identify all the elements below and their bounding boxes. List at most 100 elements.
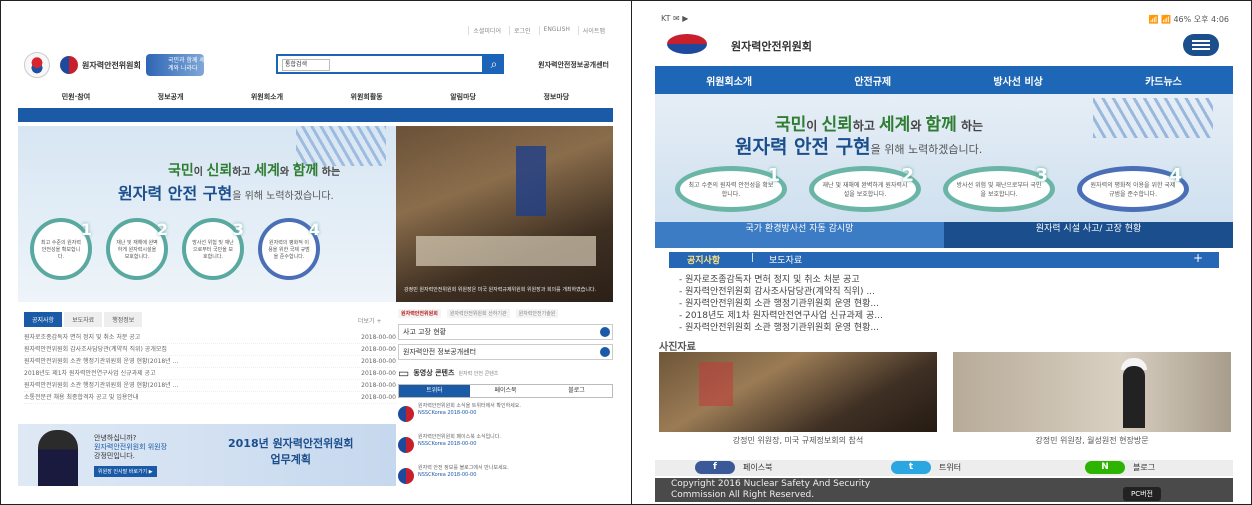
hero-banner[interactable]: 국민이 신뢰하고 세계와 함께 하는 원자력 안전 구현을 위해 노력하겠습니다… — [18, 126, 396, 302]
sns-post[interactable]: 원자력안전위원회 소식을 트위터에서 확인하세요. NSSCKorea 2018-… — [398, 403, 613, 429]
status-bar: KT ✉ ▶ 📶 📶 46% 오후 4:06 — [655, 12, 1233, 26]
hero-decoration — [1093, 98, 1213, 138]
util-link-login[interactable]: 로그인 — [508, 26, 531, 35]
util-link-english[interactable]: ENGLISH — [538, 26, 570, 35]
nav-item-about[interactable]: 위원회소개 — [706, 73, 752, 88]
sns-bar: f 페이스북 t 트위터 N 블로그 — [655, 460, 1233, 476]
hamburger-menu-icon[interactable] — [1183, 34, 1219, 56]
nav-item-disclosure[interactable]: 정보공개 — [158, 92, 184, 102]
mobile-header: 원자력안전위원회 — [655, 30, 1233, 64]
list-item[interactable]: 원자력안전위원회 감사조사담당관(계약직 직위) 공개모집 2018-00-00 — [24, 344, 396, 356]
photo-thumbnail-meeting[interactable] — [659, 352, 937, 432]
accident-status-link[interactable]: 사고 고장 현황 — [398, 324, 613, 340]
partner-link[interactable]: 원자력안전기술원 — [515, 308, 559, 318]
info-center-link[interactable]: 원자력안전정보공개센터 — [538, 60, 609, 70]
partner-link[interactable]: 원자력안전위원회 — [398, 308, 441, 318]
org-name[interactable]: 원자력안전위원회 — [82, 60, 141, 71]
nav-band — [18, 108, 613, 122]
go-icon — [600, 327, 610, 337]
mobile-title[interactable]: 원자력안전위원회 — [731, 38, 812, 54]
media-content[interactable]: ▭ 동영상 콘텐츠 원자력 안전 콘텐츠 — [398, 366, 613, 380]
nav-item-about[interactable]: 위원회소개 — [251, 92, 283, 102]
photo-caption: 강정민 원자력안전위원회 위원장은 미국 원자력규제위원회 위원장과 회의를 개… — [404, 287, 597, 293]
tab-blog[interactable]: 블로그 — [541, 385, 612, 397]
desktop-header: 원자력안전위원회 국민과 함께 세계와 나라다 통합검색 ⌕ 원자력안전정보공개… — [18, 50, 613, 84]
quick-links: 국가 환경방사선 자동 감시망 원자력 시설 사고/ 고장 현황 — [655, 222, 1233, 248]
chairman-banner[interactable]: 안녕하십니까? 원자력안전위원회 위원장 강정민입니다. 위원장 인사말 바로가… — [18, 424, 396, 486]
twitter-link[interactable]: t 트위터 — [891, 461, 961, 474]
plan-title[interactable]: 2018년 원자력안전위원회 업무계획 — [228, 436, 354, 468]
list-item[interactable]: 2018년도 제1차 원자력안전연구사업 신규과제 공고 2018-00-00 — [24, 368, 396, 380]
facebook-link[interactable]: f 페이스북 — [695, 461, 772, 474]
tab-notice[interactable]: 공지사항 — [24, 312, 63, 327]
photo-table — [416, 236, 596, 266]
plus-icon[interactable]: + — [1193, 251, 1203, 265]
board-tabs: 공지사항 | 보도자료 + — [669, 251, 1219, 268]
search-icon[interactable]: ⌕ — [484, 54, 504, 74]
nav-item-regulation[interactable]: 안전규제 — [854, 73, 891, 88]
notice-list: 원자로조종감독자 면허 정지 및 취소 처분 공고 원자력안전위원회 감사조사담… — [679, 274, 1219, 334]
nav-item-emergency[interactable]: 방사선 비상 — [993, 73, 1042, 88]
search-scope-select[interactable]: 통합검색 — [282, 59, 330, 71]
goal-ovals: 1 최고 수준의 원자력 안전성을 확보합니다. 2 재난 및 재해에 완벽하게 원… — [675, 165, 1189, 212]
nav-item-info[interactable]: 정보마당 — [543, 92, 569, 102]
photo-person — [1123, 366, 1145, 428]
list-item[interactable]: 원자로조종감독자 면허 정지 및 취소 처분 공고 2018-00-00 — [24, 332, 396, 344]
photo-caption[interactable]: 강정민 위원장, 미국 규제정보회의 참석 — [659, 436, 937, 446]
nav-item-activity[interactable]: 위원회활동 — [351, 92, 383, 102]
news-photo[interactable]: 강정민 원자력안전위원회 위원장은 미국 원자력규제위원회 위원장과 회의를 개… — [396, 126, 613, 302]
nssc-logo-icon — [398, 437, 414, 453]
notice-list: 원자로조종감독자 면허 정지 및 취소 처분 공고 2018-00-00 원자력안… — [24, 332, 396, 404]
search-input[interactable]: 통합검색 — [276, 54, 484, 74]
list-item[interactable]: 원자력안전위원회 소관 행정기관위원회 운영 현황(2018년 ... 2018-… — [24, 356, 396, 368]
more-link[interactable]: 더보기 + — [358, 316, 382, 325]
list-item[interactable]: 원자로조종감독자 면허 정지 및 취소 처분 공고 — [679, 274, 1219, 286]
util-link-sitemap[interactable]: 사이트맵 — [577, 26, 605, 35]
accident-status-link[interactable]: 원자력 시설 사고/ 고장 현황 — [944, 222, 1233, 248]
tab-facebook[interactable]: 페이스북 — [470, 385, 541, 397]
partner-link[interactable]: 원자력안전위원회 산하기관 — [446, 308, 510, 318]
goal-circle-1: 1 최고 수준의 원자력 안전성을 확보합니다. — [30, 218, 92, 280]
pc-version-button[interactable]: PC버전 — [1123, 487, 1161, 501]
tab-notice[interactable]: 공지사항 — [687, 253, 720, 266]
main-nav: 민원·참여 정보공개 위원회소개 위원회활동 알림마당 정보마당 — [18, 92, 613, 102]
nssc-logo-icon[interactable] — [60, 56, 78, 74]
sns-post[interactable]: 원자력 안전 정보를 블로그에서 만나보세요. NSSCKorea 2018-00… — [398, 465, 613, 491]
partner-logos: 원자력안전위원회 원자력안전위원회 산하기관 원자력안전기술원 — [398, 306, 613, 320]
photo-thumbnail-site-visit[interactable] — [953, 352, 1231, 432]
board-tabs: 공지사항 보도자료 행정정보 — [24, 312, 143, 327]
info-disclosure-link[interactable]: 원자력안전 정보공개센터 — [398, 344, 613, 360]
util-link-social[interactable]: 소셜미디어 — [468, 26, 501, 35]
korea-flag-icon — [24, 52, 50, 78]
photo-caption[interactable]: 강정민 위원장, 월성원전 현장방문 — [953, 436, 1231, 446]
mobile-hero[interactable]: 국민이 신뢰하고 세계와 함께 하는 원자력 안전 구현을 위해 노력하겠습니다… — [655, 94, 1233, 222]
list-item[interactable]: 원자력안전위원회 소관 행정기관위원회 운영 현황... — [679, 298, 1219, 310]
hero-slogan-line2: 원자력 안전 구현을 위해 노력하겠습니다. — [118, 184, 334, 203]
footer: Copyright 2016 Nuclear Safety And Securi… — [655, 478, 1233, 502]
goal-circle-2: 2 재난 및 재해에 완벽하게 원자력시설을 보호합니다. — [106, 218, 168, 280]
goal-circle-4: 4 원자력의 평화적 이용을 위한 국제 규범을 준수합니다. — [258, 218, 320, 280]
nav-item-civil[interactable]: 민원·참여 — [62, 92, 90, 102]
list-item[interactable]: 소통전문관 채용 최종합격자 공고 및 임용안내 2018-00-00 — [24, 392, 396, 404]
list-item[interactable]: 원자력안전위원회 감사조사담당관(계약직 직위) ... — [679, 286, 1219, 298]
twitter-icon: t — [891, 461, 931, 474]
greeting-button[interactable]: 위원장 인사말 바로가기 ▶ — [94, 466, 157, 477]
tab-press[interactable]: 보도자료 — [64, 312, 103, 327]
sns-post[interactable]: 원자력안전위원회 페이스북 소식입니다. NSSCKorea 2018-00-00 — [398, 434, 613, 460]
chairman-photo — [38, 430, 78, 486]
mobile-nav: 위원회소개 안전규제 방사선 비상 카드뉴스 — [655, 66, 1233, 94]
list-item[interactable]: 2018년도 제1차 원자력안전연구사업 신규과제 공... — [679, 310, 1219, 322]
list-item[interactable]: 원자력안전위원회 소관 행정기관위원회 운영 현황(2018년 ... 2018-… — [24, 380, 396, 392]
nssc-logo-icon[interactable] — [667, 34, 707, 54]
nav-item-news[interactable]: 알림마당 — [450, 92, 476, 102]
tab-press[interactable]: 보도자료 — [769, 253, 802, 266]
photo-section-title: 사진자료 — [659, 342, 696, 353]
blog-link[interactable]: N 블로그 — [1085, 461, 1155, 474]
nav-item-cardnews[interactable]: 카드뉴스 — [1145, 73, 1182, 88]
utility-bar: 소셜미디어 로그인 ENGLISH 사이트맵 — [468, 26, 605, 35]
radiation-monitor-link[interactable]: 국가 환경방사선 자동 감시망 — [655, 222, 944, 248]
right-column: 원자력안전위원회 원자력안전위원회 산하기관 원자력안전기술원 사고 고장 현황… — [398, 306, 613, 491]
list-item[interactable]: 원자력안전위원회 소관 행정기관위원회 운영 현황... — [679, 322, 1219, 334]
tab-twitter[interactable]: 트위터 — [399, 385, 470, 397]
tab-admin[interactable]: 행정정보 — [104, 312, 143, 327]
